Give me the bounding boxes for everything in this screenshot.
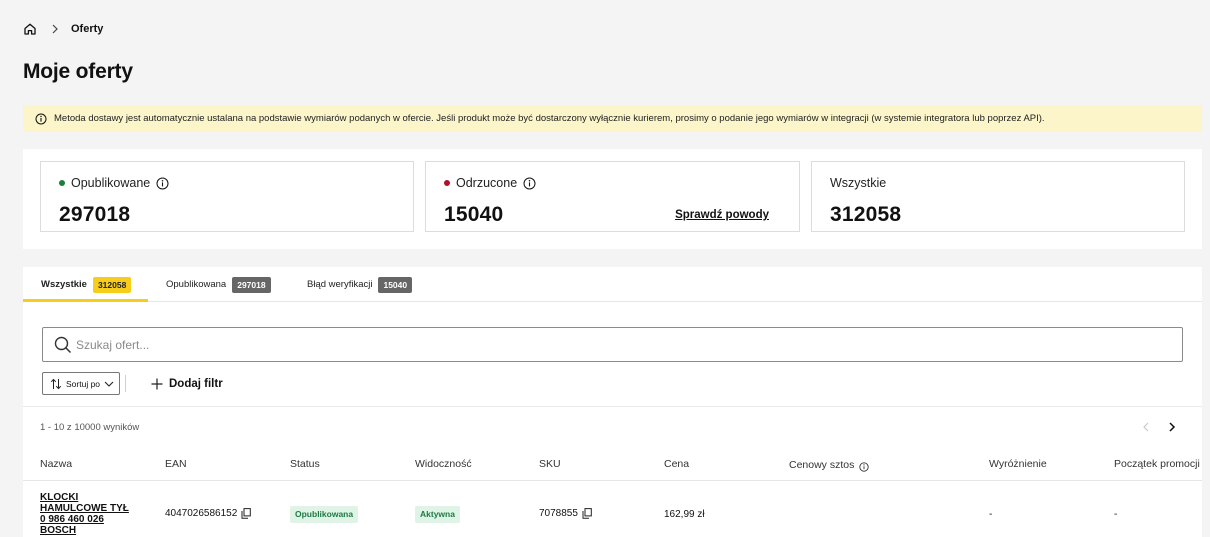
table-cell-status: Opublikowana (290, 506, 359, 523)
search-icon (54, 336, 72, 354)
table-cell-ean: 4047026586152 (165, 508, 252, 519)
column-header-promo-start[interactable]: Początek promocji (1114, 458, 1200, 470)
add-filter-button[interactable]: Dodaj filtr (151, 374, 223, 394)
status-dot (444, 180, 450, 186)
info-banner: Metoda dostawy jest automatycznie ustala… (23, 105, 1202, 132)
column-header-status[interactable]: Status (290, 458, 320, 470)
stat-label: Wszystkie (830, 176, 887, 190)
active-tab-indicator (23, 299, 148, 302)
count-badge: 297018 (232, 276, 271, 293)
stat-label: Opublikowane (71, 176, 151, 190)
column-header-highlight[interactable]: Wyróżnienie (989, 458, 1047, 470)
search-input[interactable] (76, 337, 976, 352)
chevron-right-icon[interactable] (1165, 420, 1179, 434)
chevron-right-icon (51, 24, 59, 34)
column-header-price[interactable]: Cena (664, 458, 689, 470)
column-header-visibility[interactable]: Widoczność (415, 458, 472, 470)
divider (23, 406, 1202, 407)
status-badge: Opublikowana (290, 506, 359, 523)
visibility-badge: Aktywna (415, 506, 460, 523)
column-header-ean[interactable]: EAN (165, 458, 187, 470)
column-header-name[interactable]: Nazwa (40, 458, 72, 470)
sort-arrows-icon (50, 378, 62, 390)
offers-panel: Wszystkie 312058 Opublikowana 297018 Błą… (23, 267, 1202, 537)
product-name-link[interactable]: KLOCKI HAMULCOWE TYŁ 0 986 460 026 BOSCH (40, 492, 135, 536)
stat-value: 312058 (830, 203, 902, 226)
info-icon (35, 113, 47, 125)
chevron-down-icon (104, 379, 114, 389)
stat-card-all: Wszystkie 312058 (811, 161, 1185, 232)
plus-icon (151, 378, 163, 390)
breadcrumb: Oferty (23, 20, 103, 38)
stat-card-published: Opublikowane 297018 (40, 161, 414, 232)
stat-label: Odrzucone (456, 176, 518, 190)
table-cell-visibility: Aktywna (415, 506, 460, 523)
copy-icon[interactable] (582, 508, 592, 519)
tab-verification-error[interactable]: Błąd weryfikacji 15040 (307, 267, 413, 302)
count-badge: 312058 (92, 276, 132, 293)
home-icon[interactable] (23, 22, 37, 36)
info-icon[interactable] (859, 462, 870, 472)
page-title: Moje oferty (23, 60, 133, 83)
check-reasons-link[interactable]: Sprawdź powody (675, 209, 769, 221)
table-cell-price: 162,99 zł (664, 509, 705, 520)
copy-icon[interactable] (241, 508, 252, 519)
count-badge: 15040 (378, 276, 413, 293)
tab-bar: Wszystkie 312058 Opublikowana 297018 Błą… (23, 267, 1202, 302)
sort-button[interactable]: Sortuj po (42, 372, 120, 395)
info-icon[interactable] (523, 177, 536, 190)
results-summary: 1 - 10 z 10000 wyników (40, 422, 140, 433)
stats-panel: Opublikowane 297018 Odrzucone 15040 Spra… (23, 149, 1202, 249)
table-cell-promo-start: - (1114, 509, 1118, 520)
stat-value: 15040 (444, 203, 504, 226)
tab-all[interactable]: Wszystkie 312058 (41, 267, 132, 302)
stat-card-rejected: Odrzucone 15040 Sprawdź powody (425, 161, 800, 232)
breadcrumb-current: Oferty (71, 23, 104, 35)
tab-published[interactable]: Opublikowana 297018 (166, 267, 271, 302)
column-header-sku[interactable]: SKU (539, 458, 561, 470)
header-divider (23, 480, 1202, 481)
info-icon[interactable] (156, 177, 169, 190)
table-cell-sku: 7078855 (539, 508, 592, 519)
status-dot (59, 180, 65, 186)
column-header-price-deal[interactable]: Cenowy sztos (789, 458, 870, 472)
chevron-left-icon[interactable] (1139, 420, 1153, 434)
info-banner-text: Metoda dostawy jest automatycznie ustala… (54, 113, 1045, 124)
stat-value: 297018 (59, 203, 131, 226)
toolbar-divider (125, 375, 126, 392)
table-cell-highlight: - (989, 509, 993, 520)
search-box[interactable] (42, 327, 1183, 362)
